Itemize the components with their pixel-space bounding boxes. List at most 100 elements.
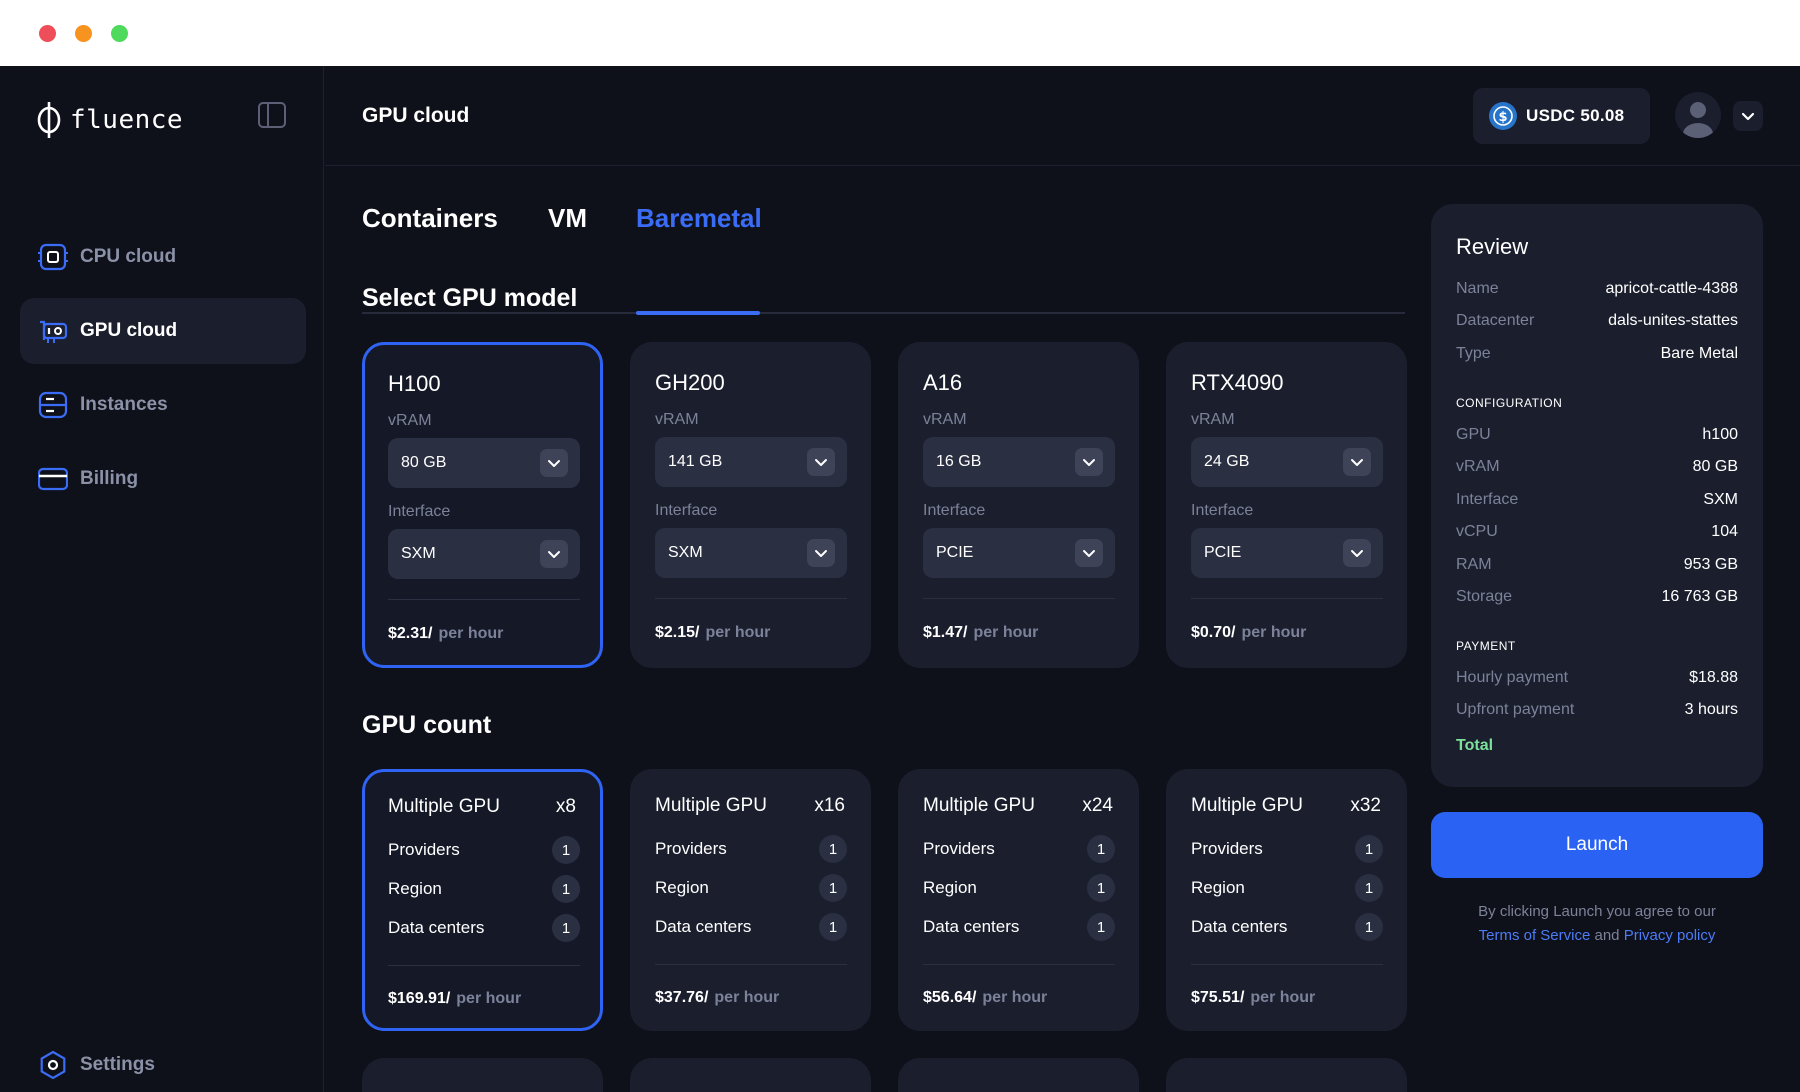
interface-select[interactable]: SXM <box>655 528 847 578</box>
interface-select[interactable]: PCIE <box>1191 528 1383 578</box>
sidebar-toggle-icon <box>258 102 286 128</box>
gpu-count-card-x32[interactable]: Multiple GPU x32 Providers 1 Region 1 Da… <box>1166 769 1407 1031</box>
window-close-button[interactable] <box>39 25 56 42</box>
chevron-down-icon <box>540 540 568 568</box>
gpu-model-name: H100 <box>388 371 441 396</box>
svg-text:$: $ <box>1498 110 1507 125</box>
providers-label: Providers <box>923 839 995 858</box>
interface-select[interactable]: PCIE <box>923 528 1115 578</box>
sidebar-item-cpu-cloud[interactable]: CPU cloud <box>20 224 306 290</box>
total-label: Total <box>1456 737 1494 754</box>
region-count-badge: 1 <box>552 875 580 903</box>
review-value: apricot-cattle-4388 <box>1605 280 1738 297</box>
price-unit: per hour <box>973 624 1039 641</box>
gpu-count-multiplier: x8 <box>555 796 576 817</box>
select-gpu-model-heading: Select GPU model <box>362 284 578 312</box>
providers-label: Providers <box>388 840 460 859</box>
providers-count-badge: 1 <box>1087 835 1115 863</box>
review-panel: Review Name apricot-cattle-4388 Datacent… <box>1431 204 1763 787</box>
gpu-model-card-gh200[interactable]: GH200 vRAM 141 GB Interface SXM $2.15/pe… <box>630 342 871 668</box>
review-row-name: Name apricot-cattle-4388 <box>1456 280 1738 298</box>
gpu-model-card-a16[interactable]: A16 vRAM 16 GB Interface PCIE $1.47/per … <box>898 342 1139 668</box>
usdc-coin-icon: $ <box>1489 102 1517 130</box>
datacenters-label: Data centers <box>923 917 1020 936</box>
launch-button[interactable]: Launch <box>1431 812 1763 878</box>
price-unit: per hour <box>714 989 780 1006</box>
server-icon <box>38 390 68 420</box>
price-value: $1.47/ <box>923 624 968 641</box>
providers-row: Providers 1 <box>655 834 847 864</box>
gpu-icon <box>38 316 68 346</box>
sidebar-item-settings[interactable]: Settings <box>20 1032 306 1092</box>
logo[interactable]: fluence <box>36 100 183 140</box>
window-minimize-button[interactable] <box>75 25 92 42</box>
region-count-badge: 1 <box>1355 874 1383 902</box>
region-label: Region <box>1191 878 1245 897</box>
tab-baremetal[interactable]: Baremetal <box>636 203 762 234</box>
review-key: Storage <box>1456 588 1513 605</box>
region-count-badge: 1 <box>1087 874 1115 902</box>
region-row: Region 1 <box>388 874 580 904</box>
review-row-ram: RAM 953 GB <box>1456 556 1738 574</box>
card-divider <box>1191 598 1383 599</box>
sidebar-item-instances[interactable]: Instances <box>20 372 306 438</box>
providers-count-badge: 1 <box>819 835 847 863</box>
region-label: Region <box>655 878 709 897</box>
review-row-type: Type Bare Metal <box>1456 345 1738 363</box>
providers-row: Providers 1 <box>1191 834 1383 864</box>
gpu-model-card-h100[interactable]: H100 vRAM 80 GB Interface SXM $2.31/per … <box>362 342 603 668</box>
sidebar-item-billing[interactable]: Billing <box>20 446 306 512</box>
configuration-heading: CONFIGURATION <box>1456 396 1563 410</box>
chevron-down-icon <box>1075 539 1103 567</box>
review-key: vCPU <box>1456 523 1498 540</box>
vram-select[interactable]: 16 GB <box>923 437 1115 487</box>
privacy-policy-link[interactable]: Privacy policy <box>1624 927 1716 944</box>
terms-of-service-link[interactable]: Terms of Service <box>1479 927 1591 944</box>
hourly-price: $37.76/per hour <box>655 989 779 1007</box>
vram-select[interactable]: 141 GB <box>655 437 847 487</box>
sidebar-item-gpu-cloud[interactable]: GPU cloud <box>20 298 306 364</box>
price-unit: per hour <box>705 624 771 641</box>
interface-value: PCIE <box>1204 544 1242 561</box>
datacenters-count-badge: 1 <box>819 913 847 941</box>
gpu-count-card-next-row[interactable] <box>1166 1058 1407 1092</box>
interface-label: Interface <box>1191 502 1254 519</box>
wallet-balance-button[interactable]: $ USDC 50.08 <box>1473 88 1650 144</box>
chevron-down-icon <box>1343 448 1371 476</box>
collapse-sidebar-button[interactable] <box>256 99 288 131</box>
top-header: GPU cloud $ USDC 50.08 <box>325 66 1800 166</box>
review-key: Interface <box>1456 491 1519 508</box>
legal-notice: By clicking Launch you agree to our Term… <box>1431 900 1763 948</box>
chevron-down-icon <box>807 539 835 567</box>
datacenters-label: Data centers <box>1191 917 1288 936</box>
gpu-count-card-next-row[interactable] <box>362 1058 603 1092</box>
gpu-count-card-next-row[interactable] <box>898 1058 1139 1092</box>
vram-select[interactable]: 80 GB <box>388 438 580 488</box>
tab-vm[interactable]: VM <box>548 203 587 234</box>
card-divider <box>388 599 580 600</box>
review-value: SXM <box>1703 491 1738 508</box>
gpu-count-card-next-row[interactable] <box>630 1058 871 1092</box>
gpu-count-card-x8[interactable]: Multiple GPU x8 Providers 1 Region 1 Dat… <box>362 769 603 1031</box>
review-value: Bare Metal <box>1660 345 1738 362</box>
gpu-count-card-x24[interactable]: Multiple GPU x24 Providers 1 Region 1 Da… <box>898 769 1139 1031</box>
user-avatar[interactable] <box>1675 92 1721 138</box>
page-title: GPU cloud <box>362 104 470 127</box>
gpu-model-card-rtx4090[interactable]: RTX4090 vRAM 24 GB Interface PCIE $0.70/… <box>1166 342 1407 668</box>
gpu-model-name: A16 <box>923 370 963 395</box>
tab-containers[interactable]: Containers <box>362 203 498 234</box>
chevron-down-icon <box>1741 112 1755 121</box>
review-key: Upfront payment <box>1456 701 1575 718</box>
gpu-count-card-x16[interactable]: Multiple GPU x16 Providers 1 Region 1 Da… <box>630 769 871 1031</box>
interface-select[interactable]: SXM <box>388 529 580 579</box>
window-maximize-button[interactable] <box>111 25 128 42</box>
gpu-count-name: Multiple GPU <box>655 795 767 816</box>
app-window: fluence CPU cloud GPU cloud Instances Bi… <box>0 66 1800 1092</box>
review-key: Hourly payment <box>1456 669 1569 686</box>
vram-select[interactable]: 24 GB <box>1191 437 1383 487</box>
account-menu-button[interactable] <box>1733 101 1763 131</box>
review-row-vram: vRAM 80 GB <box>1456 458 1738 476</box>
review-value: h100 <box>1702 426 1738 443</box>
vram-label: vRAM <box>655 411 699 428</box>
balance-amount: USDC 50.08 <box>1526 106 1625 125</box>
